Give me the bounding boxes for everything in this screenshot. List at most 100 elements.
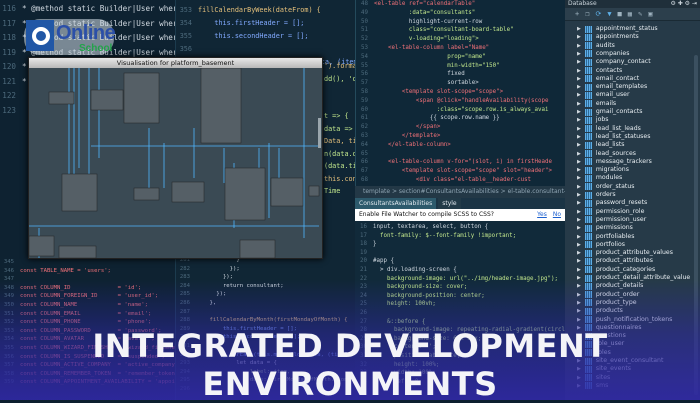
line-number: 354 (179, 19, 192, 27)
table-icon (584, 50, 592, 58)
expand-arrow-icon[interactable]: ▶ (577, 150, 581, 158)
expand-arrow-icon[interactable]: ▶ (577, 249, 581, 257)
database-table-item[interactable]: ▶ company_contact (577, 58, 651, 66)
database-table-item[interactable]: ▶ lead_lists (577, 141, 625, 149)
database-table-item[interactable]: ▶ appointment_status (577, 25, 658, 33)
database-table-item[interactable]: ▶ email_user (577, 91, 630, 99)
expand-arrow-icon[interactable]: ▶ (577, 125, 581, 133)
line-number: 119 (2, 47, 16, 57)
expand-arrow-icon[interactable]: ▶ (577, 25, 581, 33)
expand-arrow-icon[interactable]: ▶ (577, 199, 581, 207)
database-table-item[interactable]: ▶ permissions (577, 224, 633, 232)
database-table-item[interactable]: ▶ migrations (577, 166, 629, 174)
expand-arrow-icon[interactable]: ▶ (577, 50, 581, 58)
expand-arrow-icon[interactable]: ▶ (577, 75, 581, 83)
database-table-item[interactable]: ▶ modules (577, 174, 622, 182)
database-table-item[interactable]: ▶ lead_sources (577, 150, 636, 158)
expand-arrow-icon[interactable]: ▶ (577, 191, 581, 199)
expand-arrow-icon[interactable]: ▶ (577, 266, 581, 274)
expand-arrow-icon[interactable]: ▶ (577, 208, 581, 216)
database-table-item[interactable]: ▶ emails (577, 100, 616, 108)
expand-arrow-icon[interactable]: ▶ (577, 67, 581, 75)
console-icon[interactable]: ▣ (648, 10, 652, 18)
expand-arrow-icon[interactable]: ▶ (577, 108, 581, 116)
expand-arrow-icon[interactable]: ▶ (577, 257, 581, 265)
tab-style[interactable]: style (438, 198, 461, 209)
database-table-item[interactable]: ▶ product_type (577, 299, 637, 307)
database-table-item[interactable]: ▶ appointments (577, 33, 639, 41)
expand-arrow-icon[interactable]: ▶ (577, 100, 581, 108)
database-table-item[interactable]: ▶ product_details (577, 282, 643, 290)
copy-icon[interactable]: ❐ (585, 10, 589, 18)
expand-arrow-icon[interactable]: ▶ (577, 91, 581, 99)
database-table-item[interactable]: ▶ push_notification_tokens (577, 316, 672, 324)
expand-arrow-icon[interactable]: ▶ (577, 33, 581, 41)
database-table-item[interactable]: ▶ jobs (577, 116, 609, 124)
table-name: product_order (595, 290, 640, 298)
database-table-item[interactable]: ▶ audits (577, 42, 615, 50)
expand-arrow-icon[interactable]: ▶ (577, 282, 581, 290)
visualization-scrollbar[interactable] (318, 118, 321, 148)
database-table-item[interactable]: ▶ product_categories (577, 266, 655, 274)
code-line: 284 return consultant; (176, 282, 355, 291)
database-table-item[interactable]: ▶ permission_role (577, 208, 644, 216)
database-table-item[interactable]: ▶ companies (577, 50, 629, 58)
stop-icon[interactable]: ■ (618, 10, 622, 18)
database-table-item[interactable]: ▶ products (577, 307, 623, 315)
expand-arrow-icon[interactable]: ▶ (577, 183, 581, 191)
expand-arrow-icon[interactable]: ▶ (577, 174, 581, 182)
expand-arrow-icon[interactable]: ▶ (577, 83, 581, 91)
database-table-item[interactable]: ▶ contacts (577, 67, 622, 75)
database-table-item[interactable]: ▶ order_status (577, 183, 634, 191)
expand-arrow-icon[interactable]: ▶ (577, 307, 581, 315)
expand-arrow-icon[interactable]: ▶ (577, 291, 581, 299)
expand-arrow-icon[interactable]: ▶ (577, 216, 581, 224)
filter-icon[interactable]: ▼ (607, 10, 611, 18)
banner-yes-link[interactable]: Yes (537, 212, 547, 218)
database-table-item[interactable]: ▶ product_detail_attribute_value (577, 274, 690, 282)
add-icon[interactable]: + (575, 10, 579, 18)
expand-arrow-icon[interactable]: ▶ (577, 299, 581, 307)
table-icon (584, 291, 592, 299)
edit-icon[interactable]: ✎ (638, 10, 642, 18)
database-table-item[interactable]: ▶ product_order (577, 291, 639, 299)
database-table-item[interactable]: ▶ password_resets (577, 199, 647, 207)
expand-arrow-icon[interactable]: ▶ (577, 158, 581, 166)
expand-arrow-icon[interactable]: ▶ (577, 116, 581, 124)
database-table-item[interactable]: ▶ orders (577, 191, 616, 199)
panel-settings-icon[interactable]: ⚙ ✚ ⚙ ⇥ (670, 1, 697, 7)
database-table-item[interactable]: ▶ portfoliables (577, 233, 634, 241)
online-school-logo: Online School (24, 19, 116, 55)
code-line: 62 </span> (356, 123, 552, 132)
expand-arrow-icon[interactable]: ▶ (577, 274, 581, 282)
banner-no-link[interactable]: No (553, 212, 561, 218)
expand-arrow-icon[interactable]: ▶ (577, 316, 581, 324)
database-table-item[interactable]: ▶ permission_user (577, 216, 646, 224)
expand-arrow-icon[interactable]: ▶ (577, 58, 581, 66)
database-table-item[interactable]: ▶ lead_list_leads (577, 125, 641, 133)
table-icon[interactable]: ▦ (628, 10, 632, 18)
line-number: 22 (360, 275, 367, 282)
expand-arrow-icon[interactable]: ▶ (577, 141, 581, 149)
line-number: 120 (2, 62, 16, 71)
expand-arrow-icon[interactable]: ▶ (577, 233, 581, 241)
expand-arrow-icon[interactable]: ▶ (577, 166, 581, 174)
code-line: 116 * @method static Builder|User whereSt… (0, 2, 175, 17)
banner-text: Enable File Watcher to compile SCSS to C… (359, 211, 494, 218)
database-table-item[interactable]: ▶ product_attribute_values (577, 249, 673, 257)
database-table-item[interactable]: ▶ message_trackers (577, 158, 652, 166)
database-table-item[interactable]: ▶ email_templates (577, 83, 647, 91)
database-table-item[interactable]: ▶ lead_list_statuses (577, 133, 650, 141)
expand-arrow-icon[interactable]: ▶ (577, 42, 581, 50)
expand-arrow-icon[interactable]: ▶ (577, 224, 581, 232)
code-line: 345 (0, 258, 175, 267)
database-table-item[interactable]: ▶ product_attributes (577, 257, 653, 265)
refresh-icon[interactable]: ⟳ (595, 10, 601, 18)
expand-arrow-icon[interactable]: ▶ (577, 133, 581, 141)
database-table-item[interactable]: ▶ gmail_contacts (577, 108, 643, 116)
tab-consultants-availabilities[interactable]: ConsultantsAvailabilities (355, 198, 437, 209)
database-table-item[interactable]: ▶ email_contact (577, 75, 639, 83)
schema-diagram[interactable] (29, 68, 322, 258)
expand-arrow-icon[interactable]: ▶ (577, 241, 581, 249)
database-table-item[interactable]: ▶ portfolios (577, 241, 625, 249)
